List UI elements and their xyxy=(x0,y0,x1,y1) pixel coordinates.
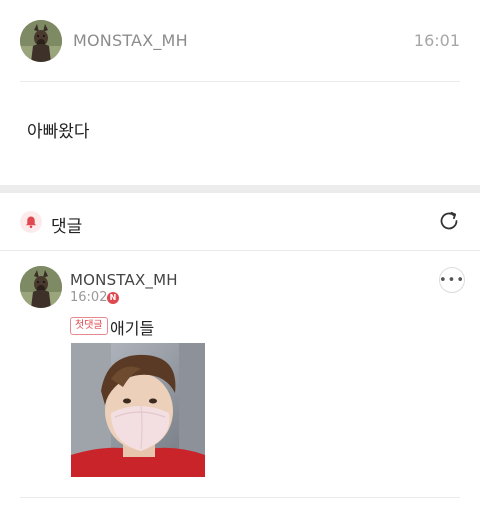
comment-author-name[interactable]: MONSTAX_MH xyxy=(70,271,178,289)
more-dots-icon: ••• xyxy=(439,272,466,288)
section-separator xyxy=(0,185,480,193)
post-detail-screen: MONSTAX_MH 16:01 아빠왔다 댓글 MONSTAX_MH 16:0… xyxy=(0,0,480,509)
refresh-button[interactable] xyxy=(436,208,462,234)
header-divider xyxy=(20,81,460,82)
first-comment-badge: 첫댓글 xyxy=(70,317,108,335)
comments-divider xyxy=(0,250,480,251)
post-author-name[interactable]: MONSTAX_MH xyxy=(73,31,188,50)
selfie-photo xyxy=(71,343,205,477)
post-timestamp: 16:01 xyxy=(413,31,460,50)
bell-icon[interactable] xyxy=(20,211,42,233)
more-options-button[interactable]: ••• xyxy=(439,267,465,293)
bell-glyph xyxy=(26,216,36,229)
comment-text: 애기들 xyxy=(110,319,155,338)
dog-avatar-icon xyxy=(20,20,62,62)
dog-avatar-icon xyxy=(20,266,62,308)
comments-header: 댓글 xyxy=(0,193,480,250)
post-header: MONSTAX_MH 16:01 xyxy=(0,0,480,82)
post-author-avatar[interactable] xyxy=(20,20,62,62)
bottom-divider xyxy=(20,497,460,498)
comment-timestamp: 16:02 xyxy=(70,290,108,305)
refresh-icon xyxy=(440,211,458,230)
post-body-text: 아빠왔다 xyxy=(27,122,90,142)
new-badge: N xyxy=(107,292,119,304)
comment-author-avatar[interactable] xyxy=(20,266,62,308)
comments-title: 댓글 xyxy=(51,217,83,237)
comment-photo[interactable] xyxy=(71,343,205,477)
